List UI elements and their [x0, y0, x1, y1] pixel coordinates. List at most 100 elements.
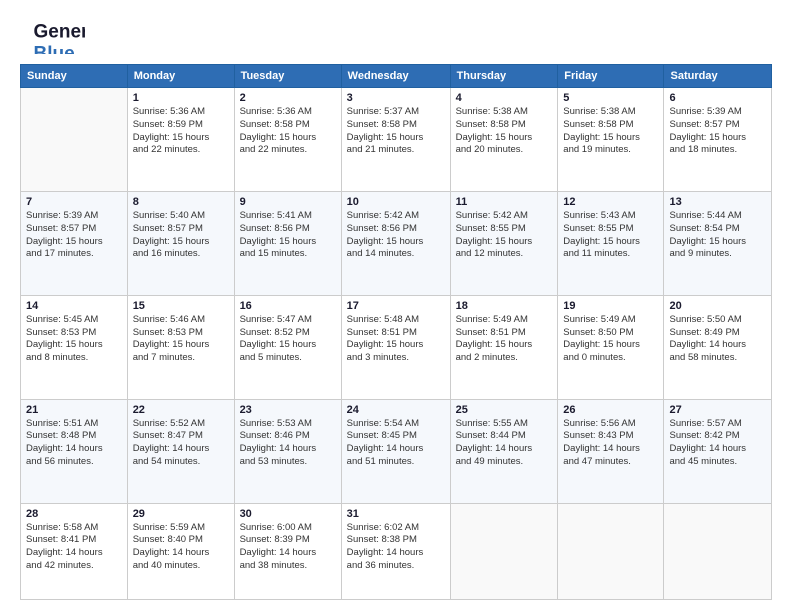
- day-number: 13: [669, 196, 766, 208]
- day-number: 5: [563, 92, 658, 104]
- day-info: Sunrise: 5:37 AMSunset: 8:58 PMDaylight:…: [347, 106, 445, 157]
- day-header-wednesday: Wednesday: [341, 65, 450, 88]
- svg-text:General: General: [34, 22, 86, 43]
- calendar-cell: 23 Sunrise: 5:53 AMSunset: 8:46 PMDayligh…: [234, 399, 341, 503]
- day-info: Sunrise: 5:45 AMSunset: 8:53 PMDaylight:…: [26, 314, 122, 365]
- day-number: 10: [347, 196, 445, 208]
- day-number: 25: [456, 404, 553, 416]
- day-info: Sunrise: 5:36 AMSunset: 8:58 PMDaylight:…: [240, 106, 336, 157]
- day-info: Sunrise: 5:50 AMSunset: 8:49 PMDaylight:…: [669, 314, 766, 365]
- logo: General Blue: [20, 16, 89, 54]
- day-info: Sunrise: 6:02 AMSunset: 8:38 PMDaylight:…: [347, 522, 445, 573]
- day-info: Sunrise: 5:55 AMSunset: 8:44 PMDaylight:…: [456, 418, 553, 469]
- day-info: Sunrise: 5:40 AMSunset: 8:57 PMDaylight:…: [133, 210, 229, 261]
- day-number: 30: [240, 508, 336, 520]
- day-info: Sunrise: 5:42 AMSunset: 8:56 PMDaylight:…: [347, 210, 445, 261]
- calendar-cell: 21Sunrise: 5:51 AMSunset: 8:48 PMDayligh…: [21, 399, 128, 503]
- calendar-cell: 17 Sunrise: 5:48 AMSunset: 8:51 PMDayligh…: [341, 295, 450, 399]
- page: General Blue SundayMondayTuesdayWednesda…: [0, 0, 792, 612]
- day-info: Sunrise: 5:57 AMSunset: 8:42 PMDaylight:…: [669, 418, 766, 469]
- day-number: 27: [669, 404, 766, 416]
- day-number: 8: [133, 196, 229, 208]
- calendar-week-row: 14Sunrise: 5:45 AMSunset: 8:53 PMDayligh…: [21, 295, 772, 399]
- day-info: Sunrise: 5:42 AMSunset: 8:55 PMDaylight:…: [456, 210, 553, 261]
- calendar-cell: 25 Sunrise: 5:55 AMSunset: 8:44 PMDayligh…: [450, 399, 558, 503]
- header: General Blue: [20, 16, 772, 54]
- day-number: 18: [456, 300, 553, 312]
- day-info: Sunrise: 5:38 AMSunset: 8:58 PMDaylight:…: [563, 106, 658, 157]
- day-number: 3: [347, 92, 445, 104]
- day-header-monday: Monday: [127, 65, 234, 88]
- calendar-table: SundayMondayTuesdayWednesdayThursdayFrid…: [20, 64, 772, 600]
- day-info: Sunrise: 5:49 AMSunset: 8:50 PMDaylight:…: [563, 314, 658, 365]
- calendar-cell: [450, 503, 558, 599]
- day-number: 2: [240, 92, 336, 104]
- day-number: 17: [347, 300, 445, 312]
- calendar-cell: 7 Sunrise: 5:39 AMSunset: 8:57 PMDaylight…: [21, 191, 128, 295]
- calendar-cell: 10 Sunrise: 5:42 AMSunset: 8:56 PMDayligh…: [341, 191, 450, 295]
- day-info: Sunrise: 6:00 AMSunset: 8:39 PMDaylight:…: [240, 522, 336, 573]
- calendar-cell: 16Sunrise: 5:47 AMSunset: 8:52 PMDayligh…: [234, 295, 341, 399]
- calendar-cell: 14Sunrise: 5:45 AMSunset: 8:53 PMDayligh…: [21, 295, 128, 399]
- day-number: 31: [347, 508, 445, 520]
- day-number: 15: [133, 300, 229, 312]
- calendar-cell: 30 Sunrise: 6:00 AMSunset: 8:39 PMDayligh…: [234, 503, 341, 599]
- day-info: Sunrise: 5:56 AMSunset: 8:43 PMDaylight:…: [563, 418, 658, 469]
- calendar-cell: 6 Sunrise: 5:39 AMSunset: 8:57 PMDaylight…: [664, 88, 772, 192]
- day-number: 9: [240, 196, 336, 208]
- calendar-cell: 26 Sunrise: 5:56 AMSunset: 8:43 PMDayligh…: [558, 399, 664, 503]
- day-header-sunday: Sunday: [21, 65, 128, 88]
- calendar-cell: 5 Sunrise: 5:38 AMSunset: 8:58 PMDaylight…: [558, 88, 664, 192]
- day-number: 7: [26, 196, 122, 208]
- calendar-cell: 12 Sunrise: 5:43 AMSunset: 8:55 PMDayligh…: [558, 191, 664, 295]
- day-number: 1: [133, 92, 229, 104]
- day-info: Sunrise: 5:53 AMSunset: 8:46 PMDaylight:…: [240, 418, 336, 469]
- day-info: Sunrise: 5:39 AMSunset: 8:57 PMDaylight:…: [669, 106, 766, 157]
- calendar-cell: [21, 88, 128, 192]
- day-info: Sunrise: 5:39 AMSunset: 8:57 PMDaylight:…: [26, 210, 122, 261]
- day-header-thursday: Thursday: [450, 65, 558, 88]
- day-header-tuesday: Tuesday: [234, 65, 341, 88]
- day-info: Sunrise: 5:36 AMSunset: 8:59 PMDaylight:…: [133, 106, 229, 157]
- calendar-cell: 11Sunrise: 5:42 AMSunset: 8:55 PMDayligh…: [450, 191, 558, 295]
- calendar-cell: 8 Sunrise: 5:40 AMSunset: 8:57 PMDaylight…: [127, 191, 234, 295]
- day-number: 23: [240, 404, 336, 416]
- day-number: 12: [563, 196, 658, 208]
- day-info: Sunrise: 5:49 AMSunset: 8:51 PMDaylight:…: [456, 314, 553, 365]
- calendar-cell: 19 Sunrise: 5:49 AMSunset: 8:50 PMDayligh…: [558, 295, 664, 399]
- day-number: 28: [26, 508, 122, 520]
- svg-text:Blue: Blue: [34, 43, 75, 54]
- calendar-cell: [558, 503, 664, 599]
- day-number: 21: [26, 404, 122, 416]
- calendar-cell: 29Sunrise: 5:59 AMSunset: 8:40 PMDayligh…: [127, 503, 234, 599]
- calendar-cell: 1 Sunrise: 5:36 AMSunset: 8:59 PMDaylight…: [127, 88, 234, 192]
- day-number: 6: [669, 92, 766, 104]
- logo-icon: General Blue: [20, 16, 85, 54]
- day-info: Sunrise: 5:58 AMSunset: 8:41 PMDaylight:…: [26, 522, 122, 573]
- day-number: 4: [456, 92, 553, 104]
- day-number: 26: [563, 404, 658, 416]
- day-info: Sunrise: 5:43 AMSunset: 8:55 PMDaylight:…: [563, 210, 658, 261]
- day-info: Sunrise: 5:47 AMSunset: 8:52 PMDaylight:…: [240, 314, 336, 365]
- calendar-cell: 18 Sunrise: 5:49 AMSunset: 8:51 PMDayligh…: [450, 295, 558, 399]
- day-number: 29: [133, 508, 229, 520]
- calendar-cell: 28 Sunrise: 5:58 AMSunset: 8:41 PMDayligh…: [21, 503, 128, 599]
- day-number: 24: [347, 404, 445, 416]
- day-info: Sunrise: 5:48 AMSunset: 8:51 PMDaylight:…: [347, 314, 445, 365]
- calendar-cell: 13Sunrise: 5:44 AMSunset: 8:54 PMDayligh…: [664, 191, 772, 295]
- calendar-cell: 20 Sunrise: 5:50 AMSunset: 8:49 PMDayligh…: [664, 295, 772, 399]
- calendar-cell: [664, 503, 772, 599]
- day-header-saturday: Saturday: [664, 65, 772, 88]
- calendar-cell: 15Sunrise: 5:46 AMSunset: 8:53 PMDayligh…: [127, 295, 234, 399]
- calendar-header-row: SundayMondayTuesdayWednesdayThursdayFrid…: [21, 65, 772, 88]
- calendar-week-row: 7 Sunrise: 5:39 AMSunset: 8:57 PMDaylight…: [21, 191, 772, 295]
- day-number: 19: [563, 300, 658, 312]
- day-number: 22: [133, 404, 229, 416]
- calendar-cell: 22Sunrise: 5:52 AMSunset: 8:47 PMDayligh…: [127, 399, 234, 503]
- calendar-cell: 9 Sunrise: 5:41 AMSunset: 8:56 PMDaylight…: [234, 191, 341, 295]
- calendar-week-row: 1 Sunrise: 5:36 AMSunset: 8:59 PMDaylight…: [21, 88, 772, 192]
- day-info: Sunrise: 5:41 AMSunset: 8:56 PMDaylight:…: [240, 210, 336, 261]
- day-number: 20: [669, 300, 766, 312]
- calendar-cell: 27 Sunrise: 5:57 AMSunset: 8:42 PMDayligh…: [664, 399, 772, 503]
- calendar-cell: 31 Sunrise: 6:02 AMSunset: 8:38 PMDayligh…: [341, 503, 450, 599]
